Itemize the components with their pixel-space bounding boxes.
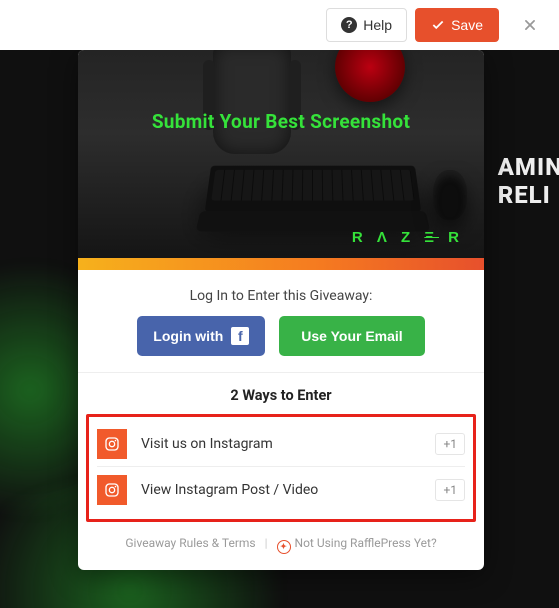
entries-highlight-box: Visit us on Instagram +1 View Instagram … [86, 414, 476, 522]
login-prompt: Log In to Enter this Giveaway: [98, 288, 464, 304]
save-label: Save [451, 17, 483, 33]
instagram-icon [97, 475, 127, 505]
rafflepress-icon: ✦ [277, 540, 291, 554]
login-facebook-button[interactable]: Login with f [137, 316, 265, 356]
help-label: Help [363, 17, 392, 33]
hero-keyboard-shape [205, 166, 422, 212]
login-button-row: Login with f Use Your Email [98, 316, 464, 356]
login-section: Log In to Enter this Giveaway: Login wit… [78, 270, 484, 373]
close-button[interactable] [513, 8, 547, 42]
editor-topbar: ? Help Save [0, 0, 559, 50]
brand-logo: R Λ Z Ξ R [352, 229, 464, 246]
entry-row[interactable]: View Instagram Post / Video +1 [97, 467, 465, 513]
giveaway-card: Submit Your Best Screenshot R Λ Z Ξ R Lo… [78, 50, 484, 570]
login-email-button[interactable]: Use Your Email [279, 316, 424, 356]
hero-red-shape [335, 50, 405, 102]
facebook-icon: f [231, 327, 249, 345]
rules-link[interactable]: Giveaway Rules & Terms [125, 536, 255, 550]
help-button[interactable]: ? Help [326, 8, 407, 42]
save-button[interactable]: Save [415, 8, 499, 42]
login-facebook-label: Login with [153, 328, 223, 344]
entry-points-badge: +1 [435, 479, 465, 501]
hero-image: Submit Your Best Screenshot R Λ Z Ξ R [78, 50, 484, 258]
hero-accent-band [78, 258, 484, 270]
entry-row[interactable]: Visit us on Instagram +1 [97, 421, 465, 467]
card-footer: Giveaway Rules & Terms | ✦ Not Using Raff… [78, 522, 484, 570]
footer-separator: | [265, 536, 268, 550]
instagram-icon [97, 429, 127, 459]
bg-text-line: AMIN [498, 154, 559, 182]
hero-mouse-shape [433, 170, 467, 220]
entry-label: View Instagram Post / Video [141, 482, 435, 498]
check-icon [431, 18, 445, 32]
entry-points-badge: +1 [435, 433, 465, 455]
login-email-label: Use Your Email [301, 328, 402, 344]
bg-text-line: RELI [498, 182, 559, 210]
hero-title: Submit Your Best Screenshot [78, 110, 484, 133]
bg-cropped-text: AMIN RELI [498, 154, 559, 209]
close-icon [523, 18, 537, 32]
entry-label: Visit us on Instagram [141, 436, 435, 452]
promo-link[interactable]: Not Using RafflePress Yet? [295, 536, 437, 550]
hero-backpack-shape [213, 50, 291, 154]
help-icon: ? [341, 17, 357, 33]
ways-to-enter-header: 2 Ways to Enter [78, 373, 484, 414]
